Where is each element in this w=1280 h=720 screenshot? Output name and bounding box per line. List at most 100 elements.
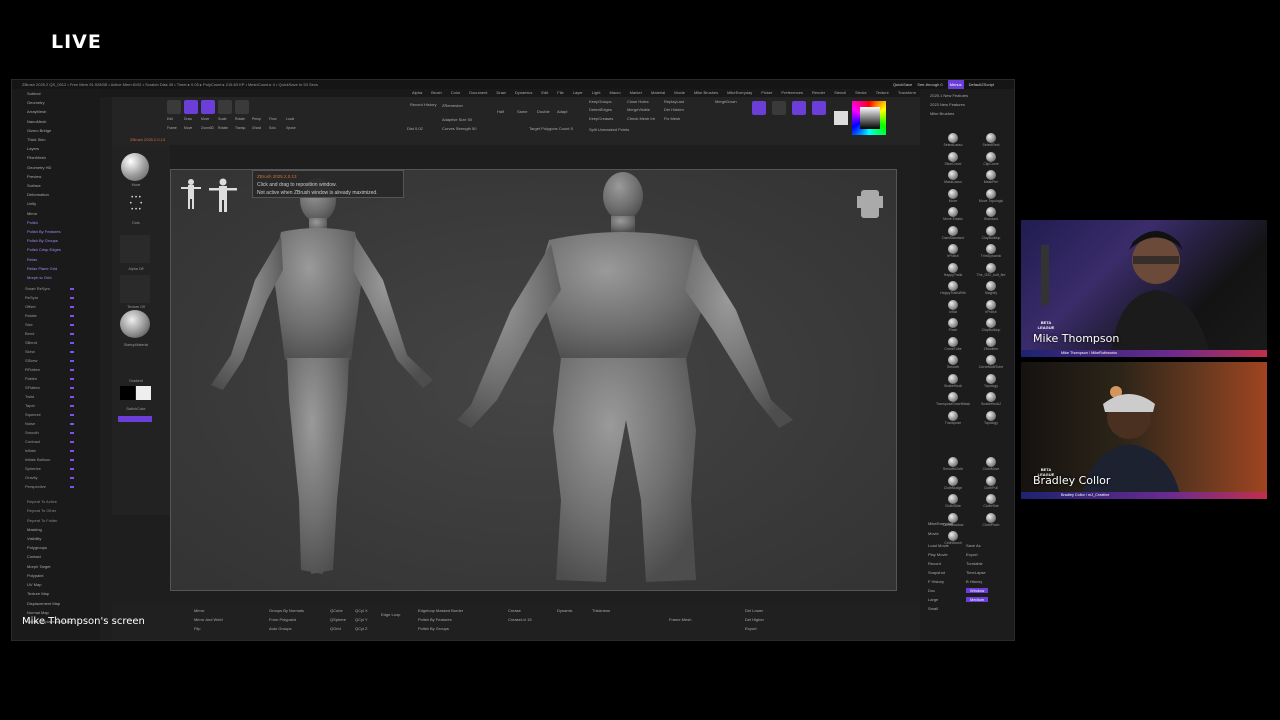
brush-icon[interactable] [986,133,996,143]
deformation-slider[interactable]: Rotate [12,311,100,320]
right-menu-item[interactable]: 2023 New Features [920,100,1014,109]
bottom-shelf-button[interactable]: Edge Loop [381,612,400,617]
slider-knob[interactable] [70,315,74,317]
toolbar-item[interactable]: ReplayLast [664,99,684,104]
deformation-slider[interactable]: Smooth [12,428,100,437]
slider-knob[interactable] [70,387,74,389]
brush-icon[interactable] [948,355,958,365]
deformation-slider[interactable]: Squeeze [12,410,100,419]
left-submenu-item[interactable]: Polypaint [12,571,100,580]
left-menu-item[interactable]: Gizmo Bridge [12,126,100,135]
move-button[interactable] [201,100,215,114]
left-submenu-item[interactable]: Repeat To Active [12,497,100,506]
toolbar-mode-label[interactable]: Rotate [218,126,228,130]
draw-button[interactable] [184,100,198,114]
left-menu-item[interactable]: Preview [12,172,100,181]
slider-knob[interactable] [70,306,74,308]
bottom-shelf-button[interactable]: Del Higher [745,617,764,622]
toolbar-item[interactable]: Check Mesh Int [627,116,655,121]
bottom-shelf-button[interactable]: Frame Mesh [669,617,691,622]
menu-stencil[interactable]: Stencil [834,89,846,97]
bottom-shelf-button[interactable]: QCyl Y [355,617,368,622]
bottom-shelf-button[interactable]: Auto Groups [269,626,291,631]
brush-icon[interactable] [986,299,996,310]
brush-icon[interactable] [986,392,996,402]
deformation-slider[interactable]: Twist [12,392,100,401]
menu-picker[interactable]: Picker [761,89,772,97]
default-zscript-button[interactable]: DefaultZScript [969,80,994,89]
menu-render[interactable]: Render [812,89,825,97]
bottom-shelf-button[interactable]: QCyl Z [355,626,367,631]
menu-marker[interactable]: Marker [630,89,642,97]
slider-knob[interactable] [70,324,74,326]
toolbar-item[interactable]: Adapt [557,109,567,114]
deformation-slider[interactable]: Offset [12,302,100,311]
bottom-shelf-button[interactable]: QGrid [330,626,341,631]
right-lower-item[interactable]: Save As [966,543,981,548]
bottom-shelf-button[interactable]: Crease [508,608,521,613]
deformation-slider[interactable]: SSkew [12,356,100,365]
left-menu-item[interactable]: Polish [12,218,100,227]
menu-macro[interactable]: Macro [609,89,620,97]
toolbar-mode-label[interactable]: Persp [252,117,261,121]
current-brush-icon[interactable] [121,153,149,181]
toolbar-mode-label[interactable]: Zoom3D [201,126,214,130]
brush-icon[interactable] [948,494,958,504]
left-menu-item[interactable]: Subtool [12,89,100,98]
brush-icon[interactable] [986,373,996,384]
toolbar-mode-label[interactable]: Edit [167,117,173,121]
deformation-slider[interactable]: Bend [12,329,100,338]
toolbar-mode-label[interactable]: Move [201,117,209,121]
left-submenu-item[interactable]: Repeat To Other [12,506,100,515]
menu-light[interactable]: Light [592,89,601,97]
brush-icon[interactable] [986,336,996,347]
toolbar-mode-label[interactable]: Frame [167,126,177,130]
brush-icon[interactable] [948,475,958,486]
brush-icon[interactable] [948,410,958,421]
right-lower-item[interactable]: MikeEveryday [928,521,953,526]
main-color-swatch[interactable] [834,111,848,125]
deformation-slider[interactable]: Skew [12,347,100,356]
gradient-white[interactable] [136,386,151,400]
deformation-slider[interactable]: RFlatten [12,365,100,374]
slider-knob[interactable] [70,405,74,407]
brush-icon[interactable] [948,151,958,162]
right-lower-item[interactable]: Load Movie [928,543,949,548]
bottom-shelf-button[interactable]: Polish By Features [418,617,452,622]
toolbar-item[interactable]: Curves Strength 50 [442,126,476,131]
left-menu-item[interactable]: Relax Plane Grid [12,264,100,273]
deformation-slider[interactable]: Contract [12,437,100,446]
bottom-shelf-button[interactable]: QCyl X [355,608,368,613]
toolbar-mode-label[interactable]: Transp [235,126,245,130]
slider-knob[interactable] [70,423,74,425]
slider-knob[interactable] [70,297,74,299]
brush-icon[interactable] [948,392,958,402]
brush-icon[interactable] [986,512,996,523]
toolbar-mode-label[interactable]: Solo [269,126,276,130]
brush-icon[interactable] [986,244,996,254]
brush-icon[interactable] [948,225,958,236]
menu-brush[interactable]: Brush [431,89,441,97]
right-lower-item[interactable]: Window [966,588,989,593]
toolbar-item[interactable]: KeepGroups [589,99,611,104]
left-menu-item[interactable]: Geometry HD [12,163,100,172]
deformation-slider[interactable]: Smart ReSym [12,284,100,293]
bottom-shelf-button[interactable]: CreaseLvl 15 [508,617,532,622]
right-lower-item[interactable]: Small [928,606,938,611]
deformation-slider[interactable]: Inflate [12,446,100,455]
xpose-button[interactable] [812,101,826,115]
rotate-button[interactable] [235,100,249,114]
menu-transform[interactable]: Transform [898,89,916,97]
toolbar-mode-label[interactable]: Xpose [286,126,296,130]
deformation-slider[interactable]: Inflate Balloon [12,455,100,464]
deformation-slider[interactable]: Size [12,320,100,329]
ghost-button[interactable] [772,101,786,115]
zbrush-title-bar[interactable]: ZBrush 2025.2 QS_0012 • Free Mem 91.928G… [12,80,1014,89]
menu-mikeeveryday[interactable]: MikeEveryday [727,89,752,97]
see-through-slider[interactable]: See-through 0 [917,80,942,89]
stroke-dots-icon[interactable]: • • • • • • • • [122,195,150,215]
toolbar-mode-label[interactable]: Ghost [252,126,261,130]
right-menu-item[interactable]: 2025.1 New Features [920,91,1014,100]
right-lower-item[interactable]: Movie [928,531,939,536]
brush-icon[interactable] [948,262,958,273]
